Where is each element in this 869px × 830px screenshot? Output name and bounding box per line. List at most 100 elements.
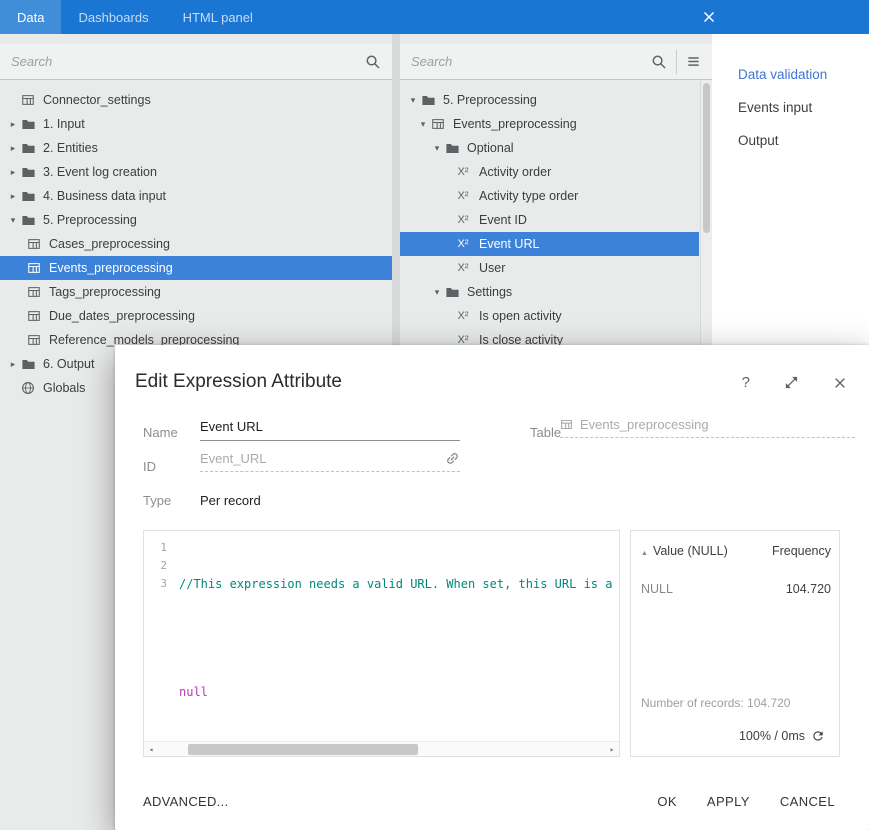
tree-item-settings[interactable]: ▾ Settings (400, 280, 699, 304)
chevron-expanded-icon: ▾ (416, 112, 430, 136)
divider (676, 50, 677, 74)
cancel-button[interactable]: CANCEL (780, 794, 835, 809)
tree-item-1-input[interactable]: ▸ 1. Input (0, 112, 392, 136)
chevron-collapsed-icon: ▸ (6, 112, 20, 136)
scrollbar-track[interactable] (158, 742, 605, 756)
chevron-expanded-icon: ▾ (430, 280, 444, 304)
tree-item-label: 5. Preprocessing (42, 213, 137, 227)
menu-icon[interactable] (686, 54, 701, 69)
type-label: Type (143, 493, 171, 508)
type-value[interactable]: Per record (200, 493, 261, 508)
link-icon[interactable] (442, 448, 463, 469)
tree-item-label: Event URL (478, 237, 539, 251)
line-number: 2 (144, 557, 167, 575)
folder-icon (444, 284, 460, 300)
folder-icon (20, 188, 36, 204)
folder-icon (420, 92, 436, 108)
tree-item-event-url[interactable]: X² Event URL (400, 232, 699, 256)
folder-icon (20, 212, 36, 228)
value-column-header[interactable]: ▲Value (NULL) (641, 544, 728, 558)
tree-item-5-preprocessing[interactable]: ▾ 5. Preprocessing (400, 88, 699, 112)
perf-text: 100% / 0ms (739, 729, 805, 743)
left-search-bar (0, 44, 392, 80)
tree-item-label: User (478, 261, 505, 275)
globe-icon (20, 380, 36, 396)
tree-item-4-business-data-input[interactable]: ▸ 4. Business data input (0, 184, 392, 208)
code-area[interactable]: //This expression needs a valid URL. Whe… (179, 539, 617, 740)
ok-button[interactable]: OK (657, 794, 677, 809)
value-statistics-panel: ▲Value (NULL) Frequency NULL 104.720 Num… (630, 530, 840, 757)
tree-item-3-event-log-creation[interactable]: ▸ 3. Event log creation (0, 160, 392, 184)
id-field: Event_URL (200, 451, 460, 472)
x-squared-icon: X² (454, 190, 472, 202)
tree-item-label: Due_dates_preprocessing (48, 309, 195, 323)
tree-item-activity-order[interactable]: X² Activity order (400, 160, 699, 184)
tree-item-events-preprocessing[interactable]: Events_preprocessing (0, 256, 392, 280)
close-icon[interactable] (833, 376, 847, 390)
tree-item-is-open-activity[interactable]: X² Is open activity (400, 304, 699, 328)
tree-item-label: 1. Input (42, 117, 85, 131)
line-number-gutter: 1 2 3 (144, 531, 174, 741)
x-squared-icon: X² (454, 214, 472, 226)
id-label: ID (143, 459, 156, 474)
id-field-value: Event_URL (200, 451, 266, 466)
tree-item-label: Settings (466, 285, 512, 299)
tree-item-event-id[interactable]: X² Event ID (400, 208, 699, 232)
tree-item-tags-preprocessing[interactable]: Tags_preprocessing (0, 280, 392, 304)
stats-row[interactable]: NULL 104.720 (631, 582, 839, 596)
tree-item-2-entities[interactable]: ▸ 2. Entities (0, 136, 392, 160)
refresh-icon[interactable] (811, 729, 825, 743)
scroll-right-arrow-icon[interactable]: ▸ (605, 742, 619, 757)
tree-item-activity-type-order[interactable]: X² Activity type order (400, 184, 699, 208)
tree-item-label: Events_preprocessing (48, 261, 173, 275)
table-field: Events_preprocessing (560, 417, 855, 438)
tab-html-panel[interactable]: HTML panel (166, 0, 270, 34)
scroll-left-arrow-icon[interactable]: ◂ (144, 742, 158, 757)
nav-item-events-input[interactable]: Events input (712, 91, 869, 124)
tree-item-label: 5. Preprocessing (442, 93, 537, 107)
chevron-collapsed-icon: ▸ (6, 160, 20, 184)
horizontal-scrollbar[interactable]: ◂ ▸ (144, 741, 619, 756)
scrollbar-thumb[interactable] (188, 744, 418, 755)
nav-item-data-validation[interactable]: Data validation (712, 58, 869, 91)
code-line-comment: //This expression needs a valid URL. Whe… (179, 577, 612, 591)
x-squared-icon: X² (454, 262, 472, 274)
tree-item-5-preprocessing[interactable]: ▾ 5. Preprocessing (0, 208, 392, 232)
tree-item-label: Is open activity (478, 309, 562, 323)
tree-item-label: 3. Event log creation (42, 165, 157, 179)
tree-item-optional[interactable]: ▾ Optional (400, 136, 699, 160)
stats-frequency: 104.720 (786, 582, 831, 596)
tree-item-label: Events_preprocessing (452, 117, 577, 131)
dialog-title: Edit Expression Attribute (135, 371, 342, 393)
nav-item-output[interactable]: Output (712, 124, 869, 157)
line-number: 3 (144, 575, 167, 593)
tree-item-due-dates-preprocessing[interactable]: Due_dates_preprocessing (0, 304, 392, 328)
chevron-collapsed-icon: ▸ (6, 352, 20, 376)
tree-item-events-preprocessing[interactable]: ▾ Events_preprocessing (400, 112, 699, 136)
tab-dashboards[interactable]: Dashboards (61, 0, 165, 34)
tree-item-cases-preprocessing[interactable]: Cases_preprocessing (0, 232, 392, 256)
expression-editor[interactable]: 1 2 3 //This expression needs a valid UR… (143, 530, 620, 757)
open-in-full-icon[interactable] (784, 375, 799, 390)
frequency-column-header[interactable]: Frequency (772, 544, 831, 558)
edit-expression-attribute-dialog: Edit Expression Attribute ? Name Table E… (115, 345, 869, 830)
tree-item-user[interactable]: X² User (400, 256, 699, 280)
name-field[interactable] (200, 419, 460, 441)
close-icon[interactable] (701, 9, 717, 25)
help-icon[interactable]: ? (742, 374, 750, 391)
advanced-button[interactable]: ADVANCED... (143, 794, 228, 809)
table-label: Table (530, 425, 561, 440)
stats-value: NULL (641, 582, 673, 596)
name-label: Name (143, 425, 178, 440)
apply-button[interactable]: APPLY (707, 794, 750, 809)
tree-item-label: Tags_preprocessing (48, 285, 161, 299)
tab-data[interactable]: Data (0, 0, 61, 34)
table-icon (430, 116, 446, 132)
mid-search-bar (400, 44, 712, 80)
tree-item-connector-settings[interactable]: Connector_settings (0, 88, 392, 112)
search-input[interactable] (411, 54, 651, 69)
scrollbar-thumb[interactable] (703, 83, 710, 233)
search-input[interactable] (11, 54, 365, 69)
table-icon (26, 236, 42, 252)
table-icon (26, 332, 42, 348)
